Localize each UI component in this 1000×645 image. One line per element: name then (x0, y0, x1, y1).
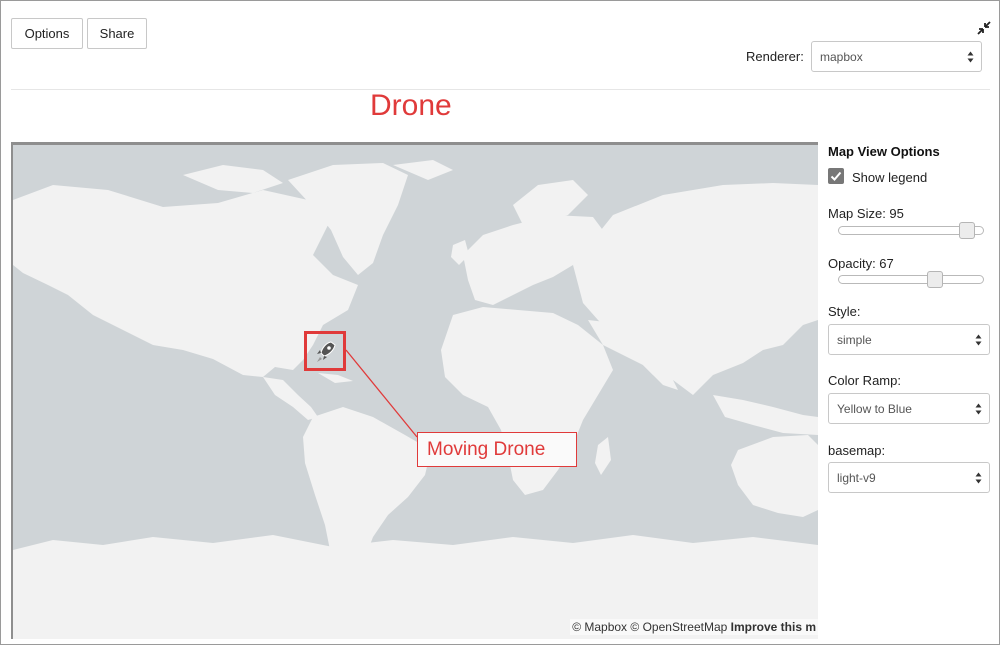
opacity-slider[interactable] (838, 271, 984, 288)
basemap-label: basemap: (828, 443, 886, 458)
map-size-slider[interactable] (838, 222, 984, 239)
map-size-slider-handle[interactable] (959, 222, 975, 239)
checkmark-icon (830, 171, 842, 181)
style-select[interactable]: simple (828, 324, 990, 355)
opacity-slider-handle[interactable] (927, 271, 943, 288)
style-label: Style: (828, 304, 861, 319)
select-arrows-icon (975, 334, 982, 346)
map-size-label: Map Size: 95 (828, 206, 904, 221)
basemap-select-value: light-v9 (837, 470, 876, 485)
style-select-value: simple (837, 332, 872, 347)
opacity-label: Opacity: 67 (828, 256, 894, 271)
basemap-select[interactable]: light-v9 (828, 462, 990, 493)
callout-connector (345, 349, 418, 438)
color-ramp-select[interactable]: Yellow to Blue (828, 393, 990, 424)
panel-title: Map View Options (828, 144, 940, 159)
color-ramp-select-value: Yellow to Blue (837, 401, 912, 416)
color-ramp-label: Color Ramp: (828, 373, 901, 388)
show-legend-label: Show legend (852, 170, 928, 185)
show-legend-checkbox[interactable] (828, 168, 844, 184)
select-arrows-icon (975, 472, 982, 484)
moving-drone-callout: Moving Drone (417, 432, 577, 467)
select-arrows-icon (975, 403, 982, 415)
